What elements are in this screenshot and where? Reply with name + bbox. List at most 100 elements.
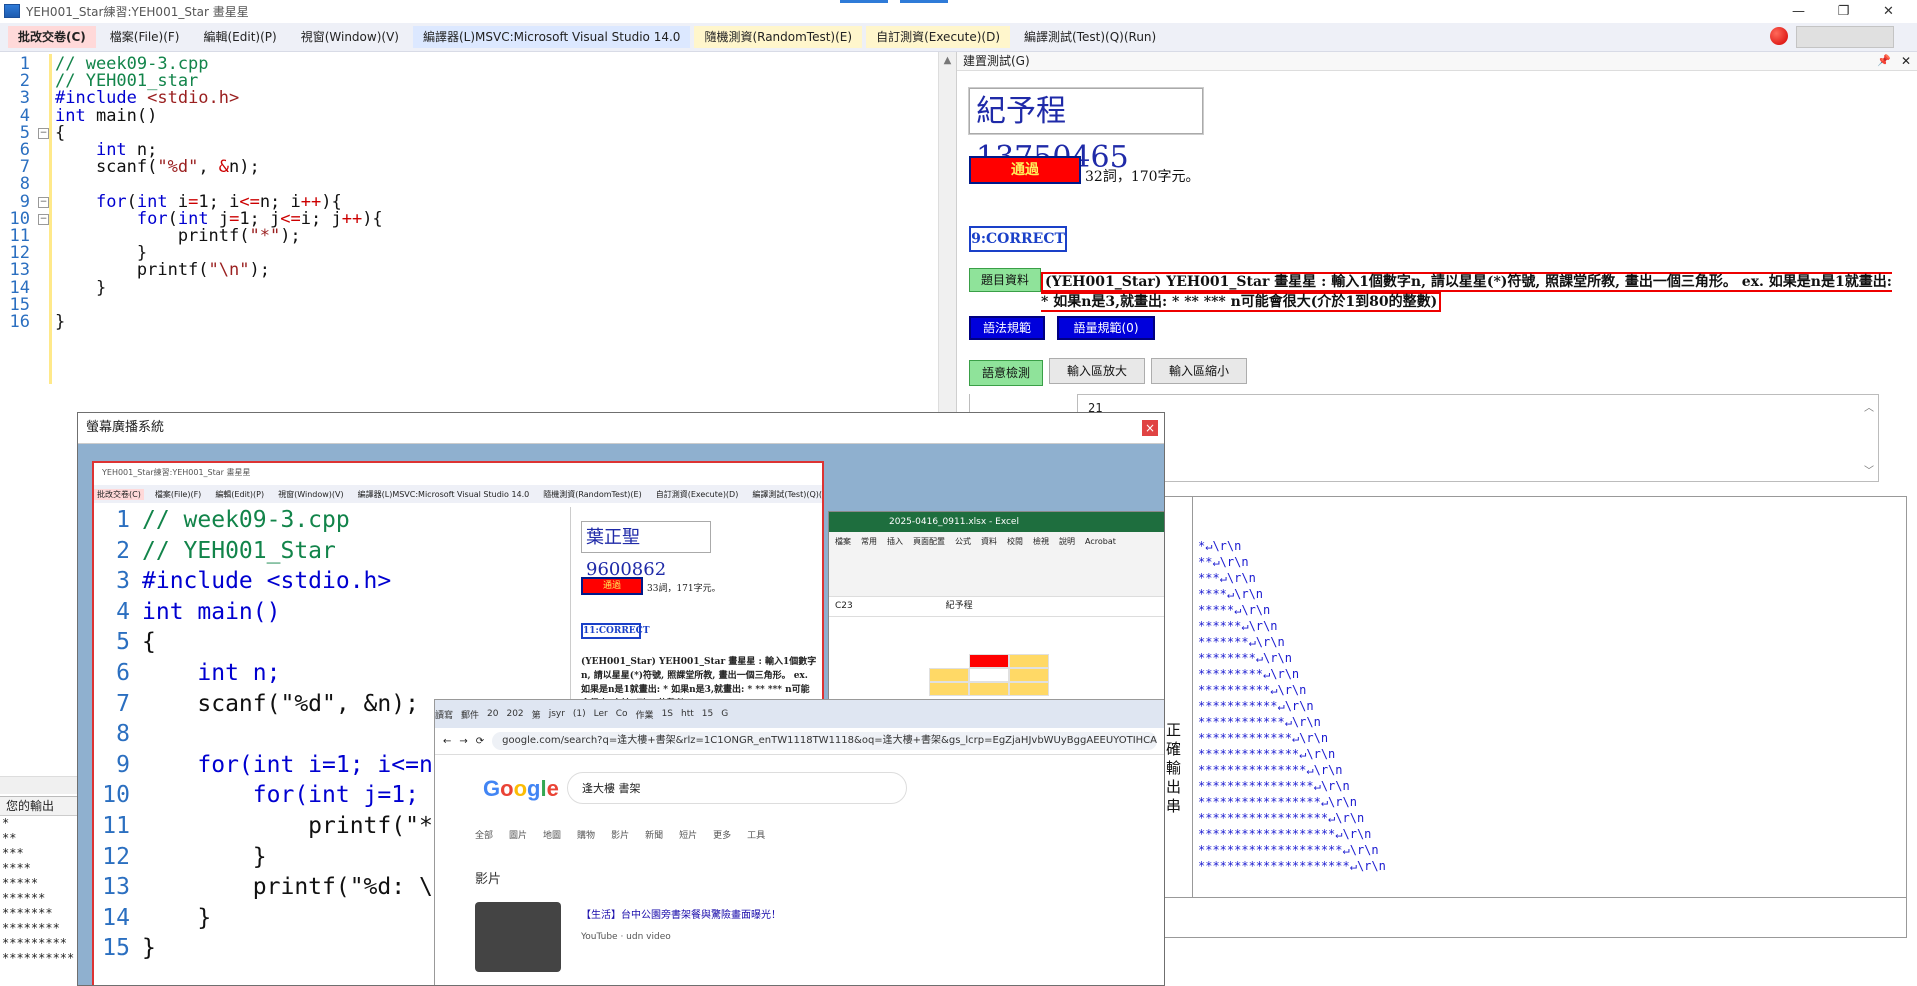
menu-execute[interactable]: 自訂測資(Execute)(D)	[866, 26, 1011, 48]
code-line[interactable]: scanf("%d", &n);	[55, 157, 260, 178]
enlarge-input-button[interactable]: 輸入區放大	[1049, 358, 1145, 384]
reload-icon[interactable]: ⟳	[476, 736, 484, 747]
inner-line-number: 13	[102, 874, 130, 901]
close-button[interactable]: ✕	[1866, 0, 1911, 22]
chrome-tab[interactable]: Co	[616, 709, 628, 719]
excel-ribbon: 檔案 常用 插入 頁面配置 公式 資料 校閱 檢視 說明 Acrobat	[829, 532, 1164, 597]
toolbar-box[interactable]	[1796, 26, 1894, 48]
chrome-tab[interactable]: Ler	[594, 709, 608, 719]
google-tab[interactable]: 短片	[679, 831, 697, 841]
code-token: );	[249, 260, 270, 281]
inner-menu-item[interactable]: 自訂測資(Execute)(D)	[653, 489, 742, 500]
chrome-tab[interactable]: 15	[702, 709, 713, 719]
scroll-up-icon[interactable]: ︿	[1864, 399, 1874, 414]
google-tab[interactable]: 工具	[747, 831, 765, 841]
chrome-tab[interactable]: htt	[681, 709, 694, 719]
address-bar[interactable]: google.com/search?q=逢大樓+書架&rlz=1C1ONGR_e…	[492, 732, 1157, 750]
google-tab[interactable]: 全部	[475, 831, 493, 841]
expected-row: ********↵\r\n	[1198, 651, 1292, 665]
broadcast-window[interactable]: 螢幕廣播系統 × YEH001_Star練習:YEH001_Star 畫星星 批…	[77, 412, 1165, 986]
code-line[interactable]: int main()	[55, 106, 157, 127]
semantic-check-button[interactable]: 語意檢測	[969, 360, 1043, 386]
chrome-tab[interactable]: 第	[532, 708, 541, 721]
chrome-tab[interactable]: 郵件	[461, 708, 479, 721]
chrome-tab[interactable]: jsyr	[549, 709, 565, 719]
chrome-tab[interactable]: 讀寫	[435, 708, 453, 721]
excel-tab[interactable]: 檔案	[835, 537, 851, 546]
pin-icon[interactable]: 📌	[1877, 52, 1891, 70]
inner-code-line: scanf("%d", &n);	[142, 690, 419, 717]
chrome-tab[interactable]: G	[721, 709, 728, 719]
close-icon[interactable]: ×	[1142, 420, 1158, 436]
forward-icon[interactable]: →	[459, 736, 467, 747]
fold-toggle-icon[interactable]: −	[38, 127, 49, 139]
code-line[interactable]: }	[55, 278, 106, 299]
excel-tab[interactable]: 常用	[861, 537, 877, 546]
expected-row: *********************↵\r\n	[1198, 859, 1386, 873]
inner-menu-item[interactable]: 隨機測資(RandomTest)(E)	[540, 489, 644, 500]
inner-menu-item[interactable]: 編譯器(L)MSVC:Microsoft Visual Studio 14.0	[355, 489, 533, 500]
minimize-button[interactable]: —	[1776, 0, 1821, 22]
google-tab[interactable]: 購物	[577, 831, 595, 841]
output-row: ******	[2, 891, 46, 905]
menu-compiler[interactable]: 編譯器(L)MSVC:Microsoft Visual Studio 14.0	[412, 26, 691, 48]
problem-data-button[interactable]: 題目資料	[969, 268, 1041, 292]
google-tab[interactable]: 新聞	[645, 831, 663, 841]
expected-row: ************↵\r\n	[1198, 715, 1321, 729]
back-icon[interactable]: ←	[443, 736, 451, 747]
expected-row: **************↵\r\n	[1198, 747, 1336, 761]
menu-edit[interactable]: 編輯(Edit)(P)	[194, 26, 287, 48]
menu-file[interactable]: 檔案(File)(F)	[100, 26, 190, 48]
inner-line-number: 2	[116, 537, 130, 564]
google-tab[interactable]: 更多	[713, 831, 731, 841]
test-input-area[interactable]: 21 ︿ ﹀	[1077, 394, 1879, 482]
menu-random-test[interactable]: 隨機測資(RandomTest)(E)	[694, 26, 863, 48]
video-title[interactable]: 【生活】台中公園旁書架餐與驚險畫面曝光！	[581, 906, 781, 921]
inner-line-number: 12	[102, 843, 130, 870]
google-tab[interactable]: 影片	[611, 831, 629, 841]
fold-toggle-icon[interactable]: −	[38, 213, 49, 225]
shrink-input-button[interactable]: 輸入區縮小	[1151, 358, 1247, 384]
excel-tab[interactable]: 頁面配置	[913, 537, 945, 546]
fold-toggle-icon[interactable]: −	[38, 196, 49, 208]
excel-tab[interactable]: 插入	[887, 537, 903, 546]
excel-tab[interactable]: 公式	[955, 537, 971, 546]
chrome-tab[interactable]: 202	[506, 709, 523, 719]
chrome-tab[interactable]: (1)	[573, 709, 586, 719]
excel-tab[interactable]: 說明	[1059, 537, 1075, 546]
chrome-tab[interactable]: 作業	[636, 708, 654, 721]
video-thumbnail[interactable]	[475, 902, 561, 972]
inner-menu-item[interactable]: 編輯(Edit)(P)	[212, 489, 267, 500]
close-icon[interactable]: ✕	[1901, 52, 1911, 70]
google-tab[interactable]: 圖片	[509, 831, 527, 841]
excel-tab[interactable]: Acrobat	[1085, 537, 1116, 546]
inner-menu-item[interactable]: 批改交卷(C)	[94, 488, 144, 500]
inner-code-line: printf("*")	[142, 813, 461, 839]
scroll-down-icon[interactable]: ﹀	[1864, 462, 1874, 477]
inner-menu-item[interactable]: 編譯測試(Test)(Q)(Run)	[749, 489, 822, 500]
google-search-input[interactable]: 逢大樓 書架	[567, 772, 907, 804]
syntax-rule-button[interactable]: 語法規範	[969, 316, 1045, 340]
volume-rule-button[interactable]: 語量規範(0)	[1057, 316, 1155, 340]
menu-submit[interactable]: 批改交卷(C)	[8, 26, 96, 48]
excel-tab[interactable]: 資料	[981, 537, 997, 546]
pass-badge: 通過	[969, 156, 1081, 184]
excel-tab[interactable]: 校閱	[1007, 537, 1023, 546]
menu-test-run[interactable]: 編譯測試(Test)(Q)(Run)	[1014, 26, 1167, 48]
chrome-tab-strip: 讀寫 郵件 20 202 第 jsyr (1) Ler Co 作業 1S htt 15 G	[435, 700, 1164, 728]
student-name: 紀予程13750465	[969, 88, 1203, 175]
apple-icon[interactable]	[1770, 27, 1788, 45]
inner-menu-item[interactable]: 檔案(File)(F)	[152, 489, 204, 500]
inner-code-line: int main()	[142, 598, 281, 625]
maximize-button[interactable]: ❐	[1821, 0, 1866, 22]
inner-menu-item[interactable]: 視窗(Window)(V)	[275, 489, 347, 500]
chrome-tab[interactable]: 1S	[662, 709, 673, 719]
scroll-up-icon[interactable]: ▲	[939, 52, 956, 69]
excel-tab[interactable]: 檢視	[1033, 537, 1049, 546]
menu-window[interactable]: 視窗(Window)(V)	[291, 26, 409, 48]
chrome-tab[interactable]: 20	[487, 709, 498, 719]
inner-code-line: for(int i=1; i<=n;	[142, 751, 447, 778]
inner-line-number: 7	[116, 690, 130, 717]
code-line[interactable]: }	[55, 312, 65, 333]
google-tab[interactable]: 地圖	[543, 831, 561, 841]
